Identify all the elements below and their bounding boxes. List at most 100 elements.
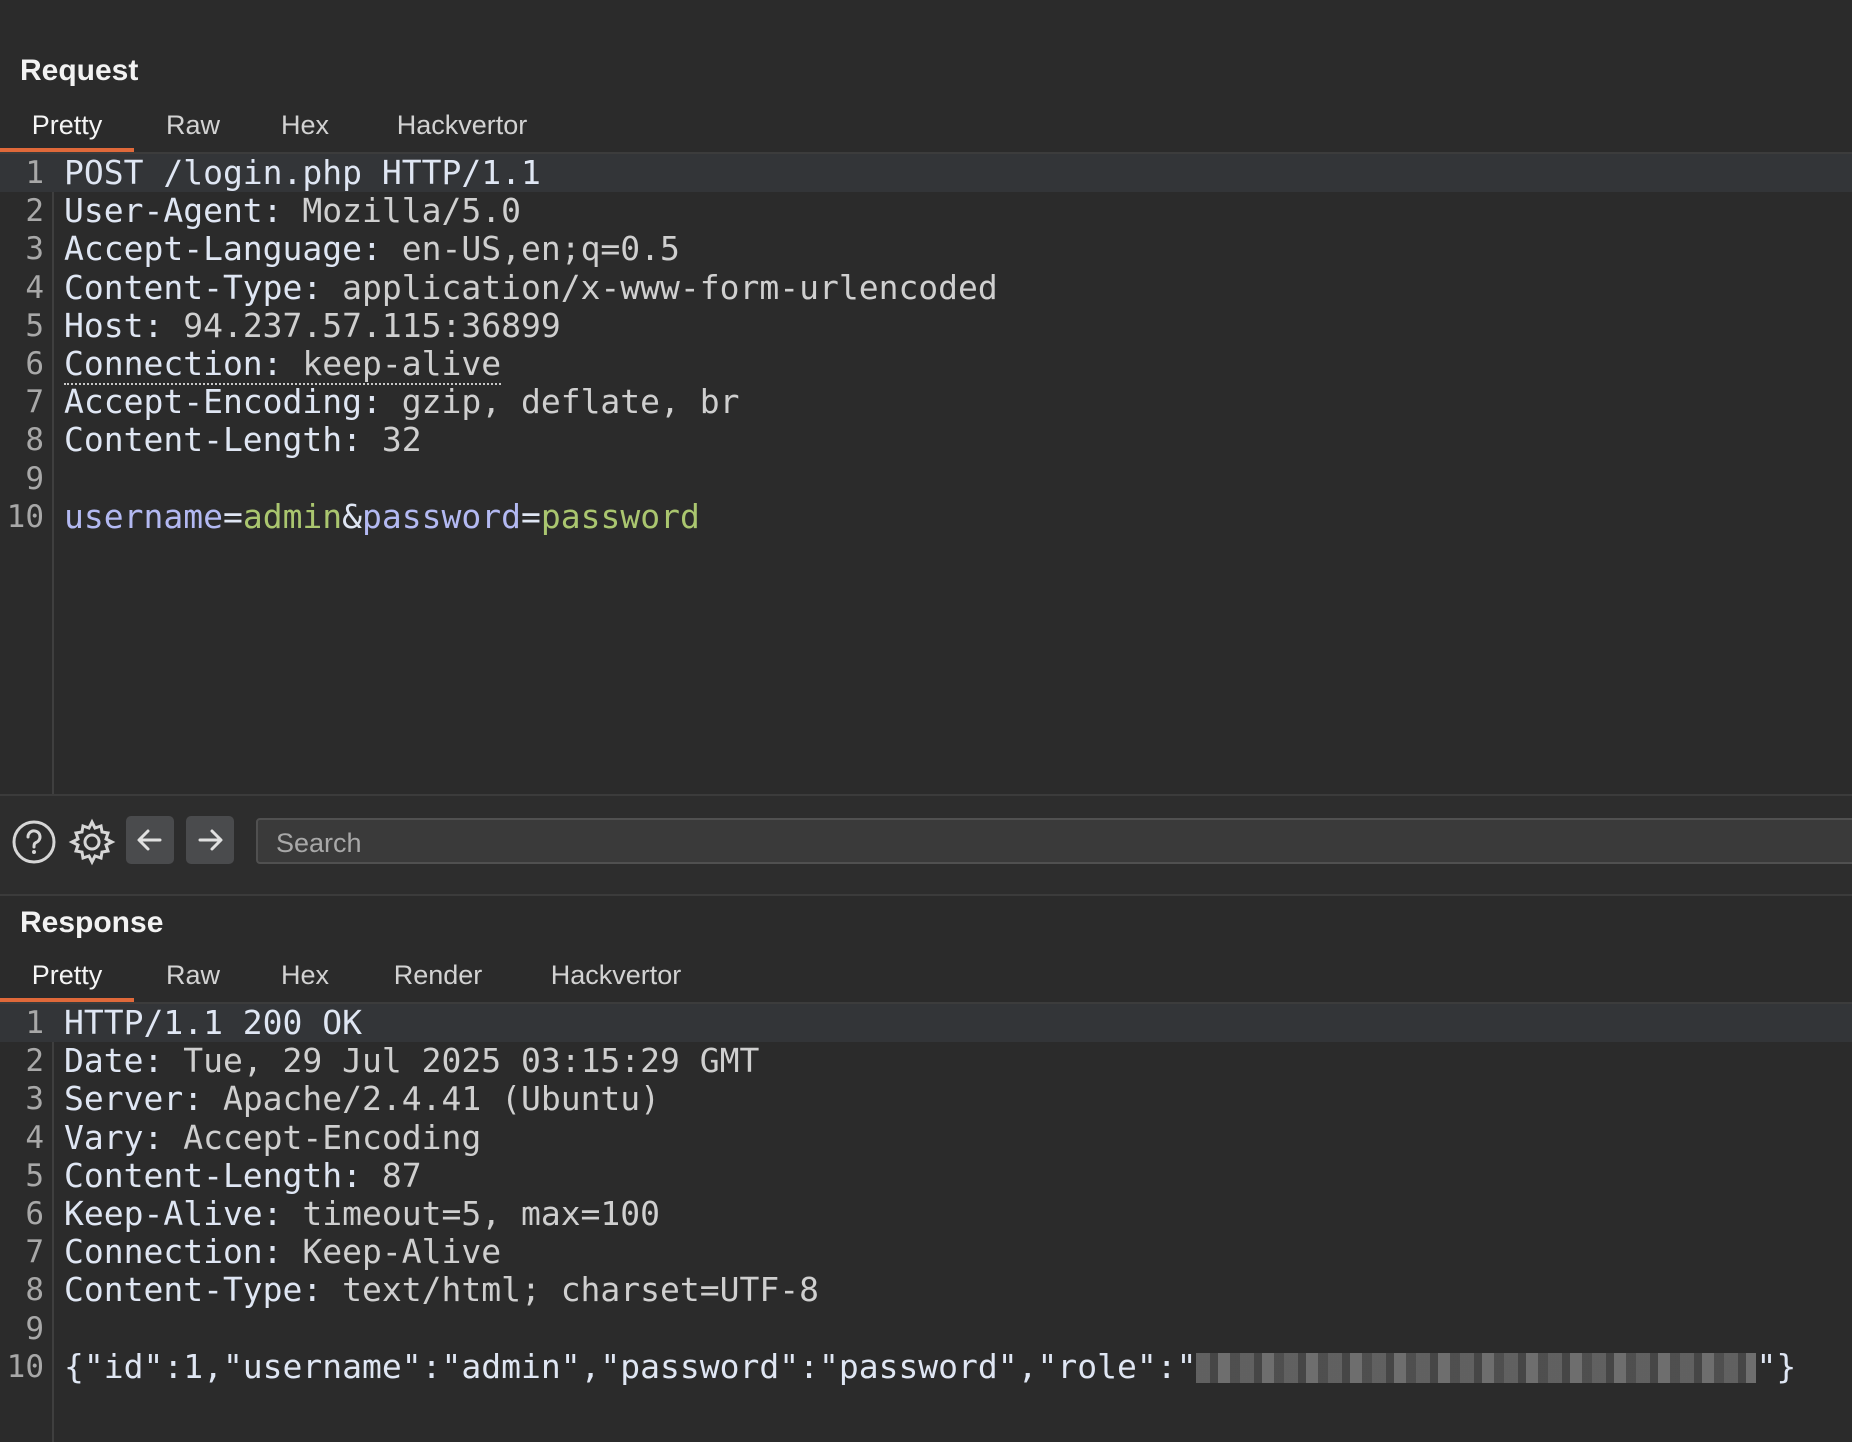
line-number: 1	[25, 155, 44, 191]
param-equals: =	[521, 496, 541, 536]
header-name: Content-Type:	[64, 267, 323, 307]
param-separator: &	[342, 496, 363, 536]
response-line: 9	[0, 1310, 1852, 1348]
header-pair: Content-Type: text/html; charset=UTF-8	[64, 1270, 819, 1309]
response-line: 7 Connection: Keep-Alive	[0, 1233, 1852, 1271]
header-name: Keep-Alive:	[64, 1194, 283, 1233]
response-line: 2 Date: Tue, 29 Jul 2025 03:15:29 GMT	[0, 1042, 1852, 1080]
header-value: Apache/2.4.41 (Ubuntu)	[203, 1079, 661, 1119]
request-line: 1 POST /login.php HTTP/1.1	[0, 154, 1852, 192]
header-pair: Connection: Keep-Alive	[64, 1232, 501, 1271]
line-content: Connection: Keep-Alive	[64, 1233, 501, 1271]
request-line: 5 Host: 94.237.57.115:36899	[0, 305, 1852, 345]
line-number: 8	[25, 422, 44, 459]
request-tab-hackvertor[interactable]: Hackvertor	[378, 100, 546, 150]
line-content: Vary: Accept-Encoding	[64, 1117, 481, 1157]
response-tab-pretty[interactable]: Pretty	[0, 950, 134, 1002]
header-pair: Content-Type: application/x-www-form-url…	[64, 268, 998, 307]
line-number: 7	[25, 384, 44, 421]
response-title: Response	[20, 906, 164, 939]
previous-match-button[interactable]	[126, 816, 174, 864]
request-tab-raw[interactable]: Raw	[148, 100, 238, 150]
header-name: Date:	[64, 1041, 164, 1081]
line-number: 2	[25, 1043, 44, 1080]
param-name: username	[64, 496, 223, 536]
header-name: Content-Type:	[64, 1270, 323, 1310]
header-pair: Server: Apache/2.4.41 (Ubuntu)	[64, 1079, 660, 1118]
header-value: en-US,en;q=0.5	[381, 229, 680, 269]
line-content: Content-Type: application/x-www-form-url…	[64, 268, 998, 307]
line-number: 8	[25, 1272, 44, 1309]
next-match-button[interactable]	[186, 816, 234, 864]
response-line: 10 {"id":1,"username":"admin","password":…	[0, 1346, 1852, 1386]
line-content: POST /login.php HTTP/1.1	[64, 154, 541, 192]
line-number: 10	[6, 498, 44, 535]
line-content: Content-Type: text/html; charset=UTF-8	[64, 1271, 819, 1309]
param-value: password	[540, 496, 700, 536]
param-value: admin	[242, 496, 343, 536]
line-content: Keep-Alive: timeout=5, max=100	[64, 1195, 660, 1233]
search-input[interactable]: Search	[256, 818, 1852, 864]
response-tab-render[interactable]: Render	[378, 950, 498, 1000]
header-pair: Date: Tue, 29 Jul 2025 03:15:29 GMT	[64, 1041, 759, 1080]
request-line: 2 User-Agent: Mozilla/5.0	[0, 192, 1852, 230]
line-content: Connection: keep-alive	[64, 344, 502, 385]
header-name: Connection:	[64, 344, 283, 383]
line-number: 9	[25, 460, 44, 497]
redacted-role-value	[1196, 1353, 1757, 1384]
header-name: Accept-Language:	[64, 229, 382, 269]
line-content: Content-Length: 32	[64, 421, 422, 459]
line-content: Accept-Language: en-US,en;q=0.5	[64, 230, 680, 268]
line-content: Host: 94.237.57.115:36899	[64, 305, 561, 345]
line-number: 6	[25, 346, 44, 382]
response-line: 5 Content-Length: 87	[0, 1156, 1852, 1195]
help-icon[interactable]	[10, 818, 58, 866]
response-line: 8 Content-Type: text/html; charset=UTF-8	[0, 1271, 1852, 1309]
request-line: 8 Content-Length: 32	[0, 421, 1852, 459]
request-tab-pretty[interactable]: Pretty	[0, 100, 134, 152]
header-pair: User-Agent: Mozilla/5.0	[64, 191, 521, 230]
header-value: application/x-www-form-urlencoded	[322, 267, 998, 307]
request-line: 10 username=admin&password=password	[0, 496, 1852, 536]
header-name: Host:	[64, 305, 164, 345]
header-pair: Content-Length: 87	[64, 1156, 422, 1195]
line-number: 3	[25, 1081, 44, 1118]
line-content: {"id":1,"username":"admin","password":"p…	[64, 1346, 1797, 1386]
response-editor[interactable]: 1 HTTP/1.1 200 OK 2 Date: Tue, 29 Jul 2025 …	[0, 1004, 1852, 1442]
header-name: Content-Length:	[64, 420, 363, 460]
header-value: 87	[362, 1155, 422, 1195]
request-editor[interactable]: 1 POST /login.php HTTP/1.1 2 User-Agent: Mo…	[0, 154, 1852, 794]
header-name: Vary:	[64, 1117, 164, 1157]
json-body: {"id":1,"username":"admin","password":"p…	[64, 1346, 1197, 1386]
line-number: 1	[25, 1005, 44, 1041]
message-toolbar: Search	[0, 794, 1852, 896]
header-name: User-Agent:	[64, 191, 283, 231]
response-line: 4 Vary: Accept-Encoding	[0, 1117, 1852, 1157]
header-pair: Accept-Language: en-US,en;q=0.5	[64, 229, 680, 268]
line-number: 6	[25, 1196, 44, 1232]
request-tabs: Pretty Raw Hex Hackvertor	[0, 100, 1852, 154]
header-name: Server:	[64, 1079, 204, 1119]
header-value: timeout=5, max=100	[282, 1194, 661, 1233]
line-number: 4	[25, 1119, 44, 1156]
header-value: gzip, deflate, br	[381, 382, 740, 422]
request-pane: Request Pretty Raw Hex Hackvertor 1 POST …	[0, 0, 1852, 794]
header-value: Tue, 29 Jul 2025 03:15:29 GMT	[163, 1041, 760, 1081]
line-number: 4	[25, 269, 44, 306]
response-tab-raw[interactable]: Raw	[148, 950, 238, 1000]
line-content: HTTP/1.1 200 OK	[64, 1004, 362, 1042]
header-value: text/html; charset=UTF-8	[322, 1270, 819, 1310]
response-tab-hex[interactable]: Hex	[260, 950, 350, 1000]
request-line: 9	[0, 460, 1852, 498]
line-content: User-Agent: Mozilla/5.0	[64, 192, 521, 230]
settings-gear-icon[interactable]	[68, 818, 116, 866]
line-content: Date: Tue, 29 Jul 2025 03:15:29 GMT	[64, 1042, 759, 1080]
json-body-end: "}	[1756, 1346, 1797, 1386]
line-content: Server: Apache/2.4.41 (Ubuntu)	[64, 1080, 660, 1118]
header-name: Connection:	[64, 1232, 283, 1272]
request-tab-hex[interactable]: Hex	[260, 100, 350, 150]
response-line: 6 Keep-Alive: timeout=5, max=100	[0, 1195, 1852, 1233]
start-line-text: POST /login.php HTTP/1.1	[64, 153, 541, 192]
line-number: 2	[25, 193, 44, 230]
response-tab-hackvertor[interactable]: Hackvertor	[532, 950, 700, 1000]
